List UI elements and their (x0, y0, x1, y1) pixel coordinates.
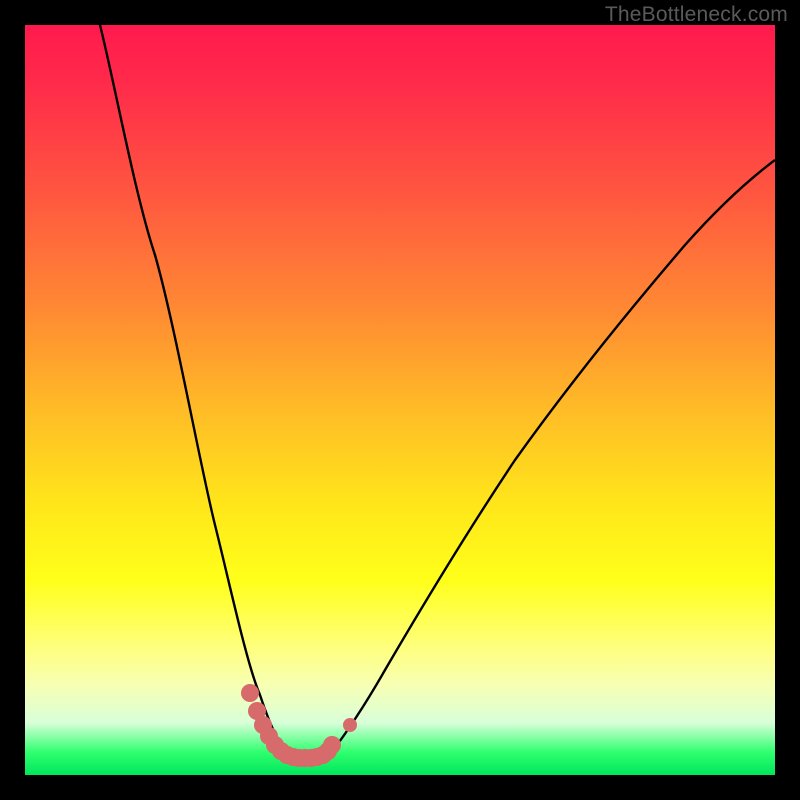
watermark-text: TheBottleneck.com (605, 3, 788, 27)
bottleneck-curve-svg (25, 25, 775, 775)
chart-frame: TheBottleneck.com (0, 0, 800, 800)
isolated-marker (343, 718, 357, 732)
plot-area (25, 25, 775, 775)
bottleneck-curve (100, 25, 775, 760)
highlighted-segment (241, 684, 357, 767)
